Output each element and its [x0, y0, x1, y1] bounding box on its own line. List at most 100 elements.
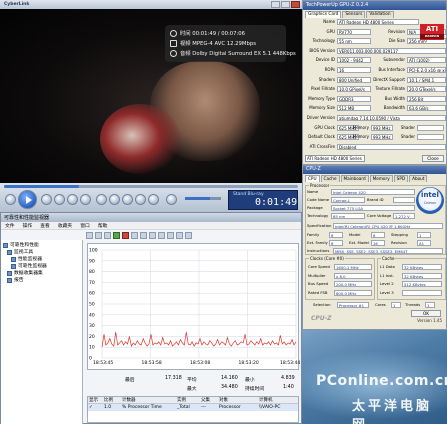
view-graph-icon[interactable] [86, 231, 93, 239]
table-row[interactable]: ✓ 1.0 % Processor Time _Total --- Proces… [88, 404, 298, 411]
gpuz-window: TechPowerUp GPU-Z 0.2.4 Graphics Card Se… [302, 0, 447, 165]
subtitle-button[interactable] [109, 194, 120, 205]
counter-list: 显示 比例 计数器 实例 父集 对象 计算机 ✓ 1.0 % Processor… [87, 396, 299, 423]
gpuz-value: GDDR3 [337, 95, 371, 102]
add-counter-icon[interactable] [113, 231, 120, 239]
tab-mainboard[interactable]: Mainboard [340, 175, 369, 182]
tab-about[interactable]: About [409, 175, 428, 182]
menu-window[interactable]: 窗口 [80, 222, 90, 229]
delete-counter-icon[interactable] [122, 231, 129, 239]
tree-node-tools[interactable]: 监视工具 [3, 249, 80, 256]
cache-value: 512 KBytes [402, 281, 442, 287]
volume-slider[interactable] [185, 197, 221, 200]
tree-node-performance[interactable]: 性能监视器 [3, 256, 80, 263]
y-tick-label: 40 [89, 312, 95, 318]
gpuz-tabs: Graphics Card Sensors Validation [303, 10, 446, 18]
tab-cpu[interactable]: CPU [305, 175, 320, 182]
player-controls: Stand Blu-ray 0:01:49 [0, 183, 302, 212]
tab-sensors[interactable]: Sensors [342, 11, 366, 18]
menu-button[interactable] [96, 194, 107, 205]
tree-node-root[interactable]: 可靠性和性能 [3, 242, 80, 249]
seek-progress [4, 185, 80, 188]
rewind-button[interactable] [67, 194, 78, 205]
col-counter[interactable]: 计数器 [121, 397, 176, 403]
site-watermark-chinese: 太平洋电脑网 [352, 399, 433, 424]
freeze-icon[interactable] [176, 231, 183, 239]
clock-icon [170, 29, 177, 37]
menu-action[interactable]: 操作 [23, 222, 33, 229]
cpu-graph[interactable]: 100 90 80 70 60 50 40 30 20 10 0 18:53:45 18:53:58 18… [87, 243, 300, 370]
paste-icon[interactable] [149, 231, 156, 239]
ok-button[interactable]: OK [411, 310, 441, 317]
ati-logo: ATI RADEON [420, 24, 444, 40]
zoom-icon[interactable] [167, 231, 174, 239]
video-frame[interactable]: 时间 00:01:49 / 00:07:06 视频 MPEG-4 AVC 12.… [0, 9, 302, 183]
zoom-button[interactable] [148, 194, 159, 205]
gpuz-value: 20.0 GTexel/s [407, 86, 446, 93]
gpuz-value: 993 MHz [371, 124, 393, 131]
col-parent[interactable]: 父集 [200, 397, 218, 403]
counter-parent: --- [201, 405, 206, 410]
next-button[interactable] [54, 194, 65, 205]
view-histogram-icon[interactable] [95, 231, 102, 239]
menu-file[interactable]: 文件 [5, 222, 15, 229]
gpuz-label: Shader [400, 134, 415, 140]
close-icon[interactable] [291, 1, 300, 8]
minimize-icon[interactable] [271, 1, 280, 8]
maximize-icon[interactable] [281, 1, 290, 8]
highlight-icon[interactable] [131, 231, 138, 239]
close-button[interactable]: Close [422, 155, 444, 162]
counter-list-header: 显示 比例 计数器 实例 父集 对象 计算机 [88, 397, 298, 404]
x-tick-label: 18:53:45 [93, 360, 113, 366]
stop-button[interactable] [5, 194, 16, 205]
col-show[interactable]: 显示 [88, 397, 103, 403]
properties-icon[interactable] [158, 231, 165, 239]
family-label: Ext. Family [307, 240, 328, 245]
seek-bar[interactable] [4, 185, 298, 188]
menu-favorites[interactable]: 收藏夹 [58, 222, 72, 229]
update-icon[interactable] [185, 231, 192, 239]
cores-label: Cores [375, 302, 386, 307]
menu-help[interactable]: 帮助 [98, 222, 108, 229]
stat-last-value: 17.318 [165, 376, 182, 381]
cache-group-title: Cache [381, 256, 396, 261]
fast-forward-button[interactable] [80, 194, 91, 205]
cpu-value: 1.272 V [393, 213, 415, 219]
tab-spd[interactable]: SPD [393, 175, 409, 182]
gpuz-label: ATI CrossFire [309, 143, 335, 149]
tree-node-reliability[interactable]: 可靠性监视器 [3, 263, 80, 270]
osd-time-row: 时间 00:01:49 / 00:07:06 [170, 28, 281, 38]
site-watermark: PConline.com.cn [316, 373, 447, 389]
copy-icon[interactable] [140, 231, 147, 239]
mute-button[interactable] [166, 194, 177, 205]
col-object[interactable]: 对象 [218, 397, 258, 403]
video-figure-woman [100, 104, 180, 174]
col-computer[interactable]: 计算机 [258, 397, 298, 403]
angle-button[interactable] [135, 194, 146, 205]
tab-memory[interactable]: Memory [369, 175, 393, 182]
family-label: Revision [391, 240, 407, 245]
audio-button[interactable] [122, 194, 133, 205]
menu-view[interactable]: 查看 [40, 222, 50, 229]
tab-graphics-card[interactable]: Graphics Card [305, 11, 342, 18]
tab-validation[interactable]: Validation [366, 11, 394, 18]
play-button[interactable] [18, 190, 37, 209]
volume-level [185, 197, 211, 200]
card-selector[interactable]: ATI Radeon HD 4800 Series [305, 155, 365, 162]
previous-button[interactable] [41, 194, 52, 205]
counter-show-checkbox[interactable]: ✓ [88, 404, 103, 411]
view-report-icon[interactable] [104, 231, 111, 239]
player-logo: CyberLink [4, 2, 30, 7]
col-scale[interactable]: 比例 [103, 397, 121, 403]
clock-label: Multiplier [308, 272, 326, 278]
family-label: Model [349, 232, 361, 237]
cache-row: Level 2 512 KBytes [380, 281, 446, 287]
tree-node-collectors[interactable]: 数据收集器集 [3, 270, 80, 277]
processor-selector[interactable]: Processor #1 [337, 302, 369, 308]
clock-row: Multiplier x 8.0 [308, 272, 374, 279]
col-instance[interactable]: 实例 [176, 397, 200, 403]
tab-cache[interactable]: Cache [320, 175, 340, 182]
tree-node-reports[interactable]: 报告 [3, 277, 80, 284]
intel-logo: intel Celeron inside [416, 187, 444, 214]
cpu-row: Code Name Conroe-L Brand ID [307, 197, 417, 203]
